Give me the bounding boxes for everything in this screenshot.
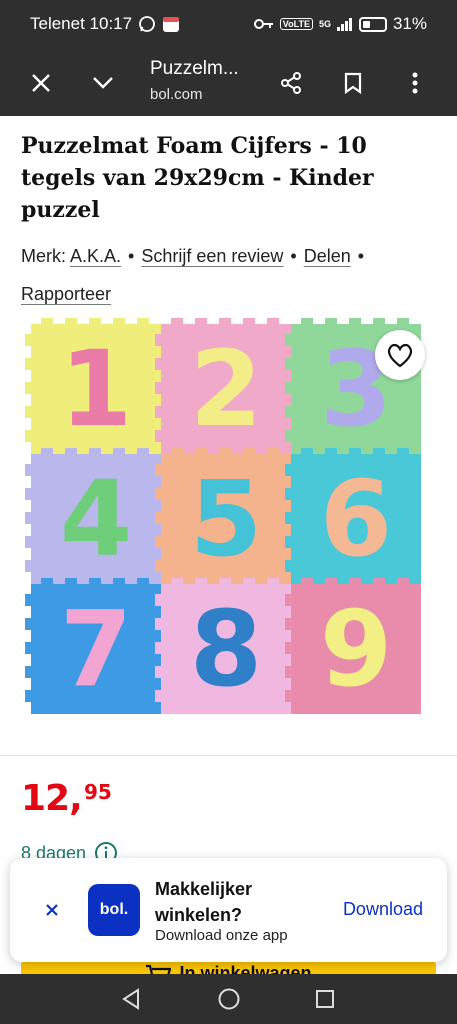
recents-button[interactable] [312,986,338,1012]
home-circle-icon [218,988,240,1010]
puzzle-tile: 6 [285,448,421,584]
tile-number: 8 [190,588,262,710]
close-icon [46,904,58,916]
tile-number: 2 [190,328,262,450]
share-button[interactable] [269,61,313,105]
share-icon [281,72,301,94]
separator-dot: • [357,246,365,266]
add-to-cart-button[interactable]: In winkelwagen [21,961,436,974]
volte-badge: VoLTE [279,18,313,30]
tile-number: 7 [60,588,132,710]
back-triangle-icon [122,988,139,1010]
product-title: Puzzelmat Foam Cijfers - 10 tegels van 2… [21,133,374,223]
cart-icon [146,964,172,974]
bookmark-button[interactable] [331,61,375,105]
puzzle-tile: 9 [285,578,421,714]
more-vertical-icon [412,72,418,94]
puzzle-tile: 4 [25,448,161,584]
tile-number: 9 [320,588,392,710]
back-button[interactable] [118,986,144,1012]
browser-toolbar: Puzzelm... bol.com [0,50,457,116]
battery-icon [358,16,387,32]
price-euros: 12, [21,778,83,819]
separator-dot: • [128,246,135,266]
home-button[interactable] [216,986,242,1012]
download-app-button[interactable]: Download [343,899,423,920]
network-label: 5G [318,18,331,29]
divider [0,755,457,756]
share-link[interactable]: Delen [304,246,351,266]
puzzle-tile: 5 [155,448,291,584]
puzzle-tile: 8 [155,578,291,714]
url-text[interactable]: bol.com [150,86,203,103]
price-cents: 95 [84,780,112,804]
close-tab-button[interactable] [19,61,63,105]
menu-button[interactable] [393,61,437,105]
favorite-button[interactable] [375,330,425,380]
signal-icon [336,18,352,31]
calendar-icon [163,17,180,32]
separator-dot: • [290,246,297,266]
price: 12, 95 [21,778,112,819]
banner-subtext: Download onze app [155,927,288,944]
status-time: Telenet 10:17 [30,14,133,33]
bookmark-icon [344,72,362,94]
app-banner: bol. Makkelijker winkelen? Download onze… [10,858,447,962]
bol-logo: bol. [88,884,140,936]
heart-icon [387,343,413,368]
tab-title[interactable]: Puzzelm... [150,58,239,80]
puzzle-tile: 7 [25,578,161,714]
tile-number: 1 [60,328,132,450]
write-review-link[interactable]: Schrijf een review [141,246,283,266]
close-icon [32,74,50,92]
key-icon [253,19,273,29]
status-bar: Telenet 10:17 VoLTE 5G 31% [0,0,457,50]
chevron-down-icon [93,77,113,89]
brand-link[interactable]: A.K.A. [70,246,121,266]
puzzle-tile: 1 [25,318,161,454]
add-to-cart-label: In winkelwagen [179,963,312,974]
tile-number: 4 [60,458,132,580]
recents-square-icon [316,990,334,1008]
navigation-bar [0,974,457,1024]
puzzle-tile: 2 [155,318,291,454]
page-content: Puzzelmat Foam Cijfers - 10 tegels van 2… [0,116,457,974]
banner-close-button[interactable] [40,898,64,922]
brand-label: Merk: [21,246,66,266]
tile-number: 6 [320,458,392,580]
tile-number: 5 [190,458,262,580]
whatsapp-icon [139,16,155,32]
product-meta: Merk: A.K.A. • Schrijf een review • Delen • R… [21,237,441,313]
report-link[interactable]: Rapporteer [21,284,111,304]
product-image[interactable]: 1 2 34 5 67 8 9 [21,318,436,738]
collapse-button[interactable] [81,61,125,105]
banner-headline: Makkelijker winkelen? [155,879,253,925]
battery-percent: 31% [392,14,427,33]
